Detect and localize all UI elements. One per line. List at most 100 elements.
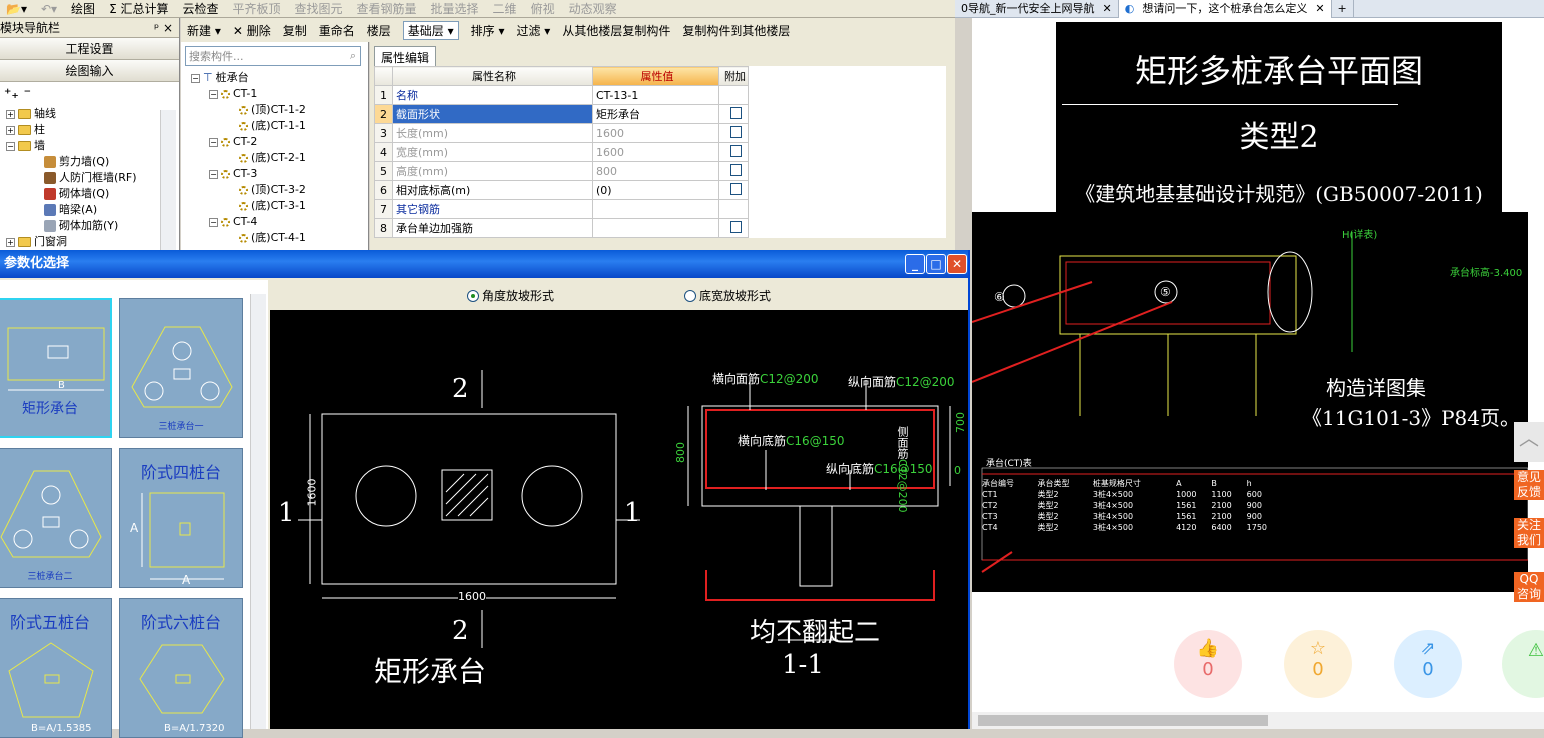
thumb-stepped-six-pile[interactable]: 阶式六桩台 B=A/1.7320 bbox=[119, 598, 243, 738]
feedback-button[interactable]: 意见反馈 bbox=[1514, 470, 1544, 500]
nav-item-masonry-rebar[interactable]: 砌体加筋(Y) bbox=[6, 218, 179, 234]
nav-item-wall[interactable]: − 墙 bbox=[6, 138, 179, 154]
tree-item-ct1[interactable]: − CT-1 bbox=[191, 86, 368, 102]
nav-item-axis[interactable]: + 轴线 bbox=[6, 106, 179, 122]
tab-property-edit[interactable]: 属性编辑 bbox=[374, 46, 437, 68]
checkbox[interactable] bbox=[730, 144, 742, 157]
copy-button[interactable]: 复制 bbox=[283, 22, 307, 39]
folder-icon bbox=[18, 237, 31, 247]
checkbox[interactable] bbox=[730, 125, 742, 138]
tree-item-pile-cap[interactable]: − ⊤ 桩承台 bbox=[191, 70, 368, 86]
plan-section-bottom: 2 bbox=[452, 616, 469, 646]
nav-item-civil-defense-wall[interactable]: 人防门框墙(RF) bbox=[6, 170, 179, 186]
follow-button[interactable]: 关注我们 bbox=[1514, 518, 1544, 548]
delete-button[interactable]: ✕ 删除 bbox=[233, 22, 271, 39]
new-tab-button[interactable]: + bbox=[1332, 0, 1354, 18]
sec-bottom-longitudinal: 纵向底筋C16@150 bbox=[826, 462, 933, 476]
img-cap-table: 承台编号 承台类型 桩基规格尺寸 A Bh CT1 类型2 3桩4×500 1000 1100 6… bbox=[982, 479, 1268, 532]
thumb-three-pile-1[interactable]: 三桩承台一 bbox=[119, 298, 243, 438]
tree-item-ct2[interactable]: − CT-2 bbox=[191, 134, 368, 150]
browser-tab-nav[interactable]: 0导航_新一代安全上网导航 ✕ bbox=[955, 0, 1119, 18]
tree-item-ct3-1[interactable]: (底)CT-3-1 bbox=[191, 198, 368, 214]
nav-item-masonry-wall[interactable]: 砌体墙(Q) bbox=[6, 186, 179, 202]
search-input[interactable]: 搜索构件... ⌕ bbox=[185, 46, 361, 66]
close-button[interactable]: ✕ bbox=[947, 254, 967, 274]
qq-button[interactable]: QQ咨询 bbox=[1514, 572, 1544, 602]
back-to-top-button[interactable]: ︿ bbox=[1514, 422, 1544, 462]
filter-button[interactable]: 过滤 ▾ bbox=[516, 22, 550, 39]
nav-pin-close[interactable]: ᵖ × bbox=[154, 18, 173, 37]
open-icon[interactable]: 📂▾ bbox=[6, 2, 27, 16]
floor-select[interactable]: 基础层 ▾ bbox=[402, 20, 459, 40]
thumb-scrollbar[interactable] bbox=[250, 294, 266, 729]
drawing-input-button[interactable]: 绘图输入 bbox=[0, 60, 179, 82]
toolbar-dynamic-view[interactable]: 动态观察 bbox=[569, 0, 617, 17]
share-button[interactable]: ⇗ 0 bbox=[1394, 630, 1462, 698]
tree-item-ct4-1[interactable]: (底)CT-4-1 bbox=[191, 230, 368, 246]
nav-item-hidden-beam[interactable]: 暗梁(A) bbox=[6, 202, 179, 218]
table-row[interactable]: 1 名称 CT-13-1 bbox=[374, 85, 946, 105]
tree-item-ct3-2[interactable]: (顶)CT-3-2 bbox=[191, 182, 368, 198]
minimize-button[interactable]: _ bbox=[905, 254, 925, 274]
thumb-stepped-five-pile[interactable]: 阶式五桩台 B=A/1.5385 bbox=[0, 598, 112, 738]
table-row[interactable]: 6 相对底标高(m) (0) bbox=[374, 180, 946, 200]
search-icon[interactable]: ⌕ bbox=[350, 49, 356, 63]
thumb-stepped-four-pile[interactable]: 阶式四桩台 A A bbox=[119, 448, 243, 588]
thumb-rect-cap[interactable]: 矩形承台 B bbox=[0, 298, 112, 438]
checkbox[interactable] bbox=[730, 220, 742, 233]
dialog-titlebar[interactable]: 参数化选择 _ □ ✕ bbox=[0, 250, 968, 278]
horizontal-scrollbar[interactable] bbox=[972, 712, 1544, 729]
toolbar-cloud-check[interactable]: 云检查 bbox=[182, 0, 218, 17]
copy-from-floor-button[interactable]: 从其他楼层复制构件 bbox=[562, 22, 670, 39]
toolbar-batch-select[interactable]: 批量选择 bbox=[431, 0, 479, 17]
radio-width-slope[interactable]: 底宽放坡形式 bbox=[684, 287, 771, 304]
gear-icon bbox=[239, 153, 248, 163]
table-row[interactable]: 7 其它钢筋 bbox=[374, 199, 946, 219]
tree-item-ct1-2[interactable]: (顶)CT-1-2 bbox=[191, 102, 368, 118]
toolbar-rebar-qty[interactable]: 查看钢筋量 bbox=[357, 0, 417, 17]
maximize-button[interactable]: □ bbox=[926, 254, 946, 274]
radio-angle-slope[interactable]: 角度放坡形式 bbox=[466, 287, 554, 304]
sort-button[interactable]: 排序 ▾ bbox=[471, 22, 505, 39]
project-settings-button[interactable]: 工程设置 bbox=[0, 38, 179, 60]
plan-title: 矩形承台 bbox=[374, 655, 487, 688]
tree-item-ct4[interactable]: − CT-4 bbox=[191, 214, 368, 230]
report-button[interactable]: ⚠ bbox=[1502, 630, 1544, 698]
expand-collapse-tools[interactable]: ⁺₊ ⁻ bbox=[0, 82, 179, 106]
thumb-three-pile-2[interactable]: 三桩承台二 bbox=[0, 448, 112, 588]
checkbox[interactable] bbox=[730, 106, 742, 119]
checkbox[interactable] bbox=[730, 182, 742, 195]
tree-item-ct3[interactable]: − CT-3 bbox=[191, 166, 368, 182]
like-button[interactable]: 👍 0 bbox=[1174, 630, 1242, 698]
sec-bottom-transverse: 横向底筋C16@150 bbox=[738, 434, 845, 448]
table-row[interactable]: 5 高度(mm) 800 bbox=[374, 161, 946, 181]
rename-button[interactable]: 重命名 bbox=[319, 22, 355, 39]
new-button[interactable]: 新建 ▾ bbox=[187, 22, 221, 39]
tree-item-ct1-1[interactable]: (底)CT-1-1 bbox=[191, 118, 368, 134]
favorite-button[interactable]: ☆ 0 bbox=[1284, 630, 1352, 698]
dialog-title: 参数化选择 bbox=[4, 256, 70, 271]
nav-item-shear-wall[interactable]: 剪力墙(Q) bbox=[6, 154, 179, 170]
table-row[interactable]: 3 长度(mm) 1600 bbox=[374, 123, 946, 143]
nav-item-door-window[interactable]: + 门窗洞 bbox=[6, 234, 179, 250]
nav-item-column[interactable]: + 柱 bbox=[6, 122, 179, 138]
copy-to-floor-button[interactable]: 复制构件到其他楼层 bbox=[682, 22, 790, 39]
undo-icon[interactable]: ↶▾ bbox=[41, 2, 57, 16]
toolbar-sum[interactable]: Σ 汇总计算 bbox=[109, 0, 168, 17]
browser-tabs: 0导航_新一代安全上网导航 ✕ ◐ 想请问一下，这个桩承台怎么定义 ✕ + bbox=[955, 0, 1544, 18]
toolbar-align-top[interactable]: 平齐板顶 bbox=[232, 0, 280, 17]
toolbar-top-view[interactable]: 俯视 bbox=[531, 0, 555, 17]
toolbar-2d[interactable]: 二维 bbox=[493, 0, 517, 17]
toolbar-draw[interactable]: 绘图 bbox=[71, 0, 95, 17]
table-row[interactable]: 4 宽度(mm) 1600 bbox=[374, 142, 946, 162]
plan-section-top: 2 bbox=[452, 374, 469, 404]
nav-scrollbar[interactable] bbox=[160, 110, 176, 250]
tree-item-ct2-1[interactable]: (底)CT-2-1 bbox=[191, 150, 368, 166]
beam-icon bbox=[44, 204, 56, 216]
sec-dim-0: 0 bbox=[954, 464, 961, 477]
checkbox[interactable] bbox=[730, 163, 742, 176]
table-row[interactable]: 8 承台单边加强筋 bbox=[374, 218, 946, 238]
table-row[interactable]: 2 截面形状 矩形承台 bbox=[374, 104, 946, 124]
browser-tab-question[interactable]: ◐ 想请问一下，这个桩承台怎么定义 ✕ bbox=[1118, 0, 1332, 18]
toolbar-find[interactable]: 查找图元 bbox=[295, 0, 343, 17]
